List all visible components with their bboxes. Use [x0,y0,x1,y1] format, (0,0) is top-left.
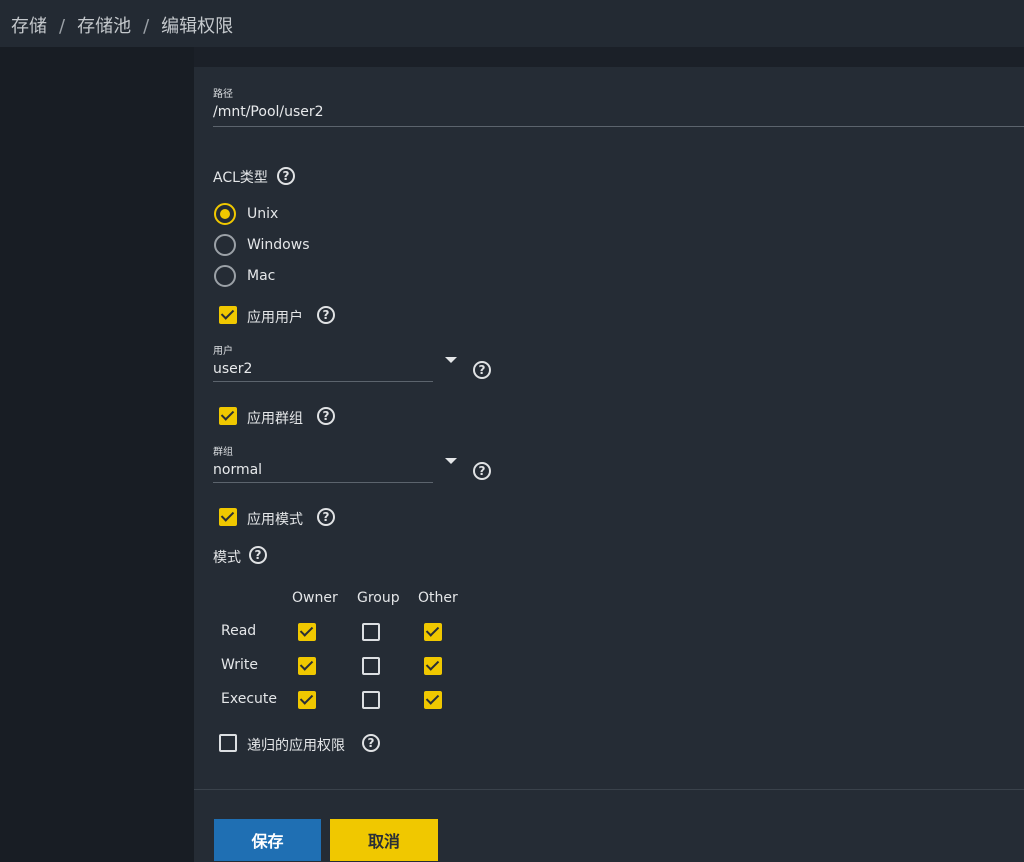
row-read-label: Read [221,623,257,639]
breadcrumb-separator: / [59,16,66,37]
apply-user-checkbox[interactable] [219,306,237,324]
user-label: 用户 [213,346,233,357]
mode-label: 模式 [213,550,241,566]
apply-user-help-icon[interactable]: ? [317,306,335,324]
breadcrumb-current: 编辑权限 [161,16,234,37]
execute-owner-checkbox[interactable] [298,691,316,709]
breadcrumb-separator: / [143,16,150,37]
save-button[interactable]: 保存 [214,819,321,861]
breadcrumb-pool[interactable]: 存储池 [77,16,131,37]
apply-group-label: 应用群组 [247,411,303,427]
sidebar [0,47,194,862]
radio-unix[interactable] [214,203,236,225]
path-label: 路径 [213,89,233,100]
row-write-label: Write [221,657,258,673]
radio-mac[interactable] [214,265,236,287]
execute-other-checkbox[interactable] [424,691,442,709]
read-owner-checkbox[interactable] [298,623,316,641]
column-other: Other [418,590,458,606]
group-select[interactable]: normal [213,462,262,478]
user-underline [213,381,433,382]
write-group-checkbox[interactable] [362,657,380,675]
top-bar: 存储 / 存储池 / 编辑权限 [0,0,1024,47]
apply-group-help-icon[interactable]: ? [317,407,335,425]
apply-mode-help-icon[interactable]: ? [317,508,335,526]
cancel-button[interactable]: 取消 [330,819,438,861]
read-other-checkbox[interactable] [424,623,442,641]
user-select[interactable]: user2 [213,361,252,377]
radio-unix-label: Unix [247,206,279,222]
radio-windows[interactable] [214,234,236,256]
column-group: Group [357,590,400,606]
radio-mac-label: Mac [247,268,276,284]
recursive-help-icon[interactable]: ? [362,734,380,752]
read-group-checkbox[interactable] [362,623,380,641]
chevron-down-icon[interactable] [445,458,457,464]
write-other-checkbox[interactable] [424,657,442,675]
mode-help-icon[interactable]: ? [249,546,267,564]
column-owner: Owner [292,590,338,606]
breadcrumb: 存储 / 存储池 / 编辑权限 [11,12,233,38]
apply-user-label: 应用用户 [247,310,303,326]
user-help-icon[interactable]: ? [473,361,491,379]
execute-group-checkbox[interactable] [362,691,380,709]
path-underline [213,126,1024,127]
row-execute-label: Execute [221,691,277,707]
breadcrumb-storage[interactable]: 存储 [11,16,47,37]
path-input[interactable]: /mnt/Pool/user2 [213,104,324,120]
radio-windows-label: Windows [247,237,310,253]
group-underline [213,482,433,483]
acl-type-label: ACL类型 [213,170,268,186]
apply-group-checkbox[interactable] [219,407,237,425]
recursive-checkbox[interactable] [219,734,237,752]
acl-type-help-icon[interactable]: ? [277,167,295,185]
apply-mode-label: 应用模式 [247,512,303,528]
write-owner-checkbox[interactable] [298,657,316,675]
recursive-label: 递归的应用权限 [247,738,345,754]
group-help-icon[interactable]: ? [473,462,491,480]
form-divider [194,789,1024,790]
group-label: 群组 [213,447,233,458]
chevron-down-icon[interactable] [445,357,457,363]
apply-mode-checkbox[interactable] [219,508,237,526]
